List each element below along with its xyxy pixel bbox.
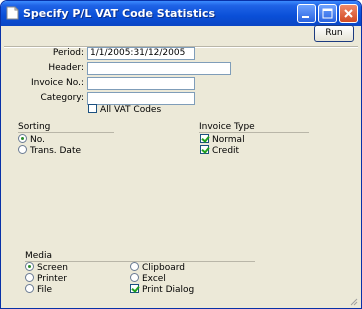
run-button[interactable]: Run <box>314 25 354 42</box>
sorting-option-label: Trans. Date <box>30 146 82 156</box>
header-label: Header: <box>48 63 84 73</box>
print-dialog-label: Print Dialog <box>142 285 195 295</box>
radio-icon <box>25 284 34 293</box>
invoice-type-title: Invoice Type <box>199 122 255 132</box>
all-vat-codes-checkbox[interactable]: All VAT Codes <box>88 104 161 116</box>
checkbox-icon <box>88 104 97 113</box>
header-field[interactable] <box>87 62 231 75</box>
maximize-icon <box>322 8 333 19</box>
minimize-button[interactable] <box>297 4 316 23</box>
category-label: Category: <box>40 93 85 103</box>
invoice-type-option-label: Normal <box>212 135 245 145</box>
invoice-type-option-label: Credit <box>212 146 240 156</box>
sorting-option-label: No. <box>30 135 45 145</box>
invoice-no-label: Invoice No.: <box>30 78 84 88</box>
radio-icon <box>130 262 139 271</box>
media-option-label: Screen <box>37 263 68 273</box>
title-bar[interactable]: Specify P/L VAT Code Statistics <box>1 1 361 26</box>
period-field[interactable]: 1/1/2005:31/12/2005 <box>87 47 195 60</box>
sorting-title: Sorting <box>18 122 51 132</box>
print-dialog-checkbox[interactable]: Print Dialog <box>130 284 194 296</box>
radio-selected-icon <box>18 134 27 143</box>
radio-icon <box>130 273 139 282</box>
all-vat-codes-label: All VAT Codes <box>100 105 162 115</box>
invoice-no-field[interactable] <box>87 77 195 90</box>
checkbox-checked-icon <box>200 145 209 154</box>
invoice-type-credit-checkbox[interactable]: Credit <box>200 145 239 157</box>
report-window: Specify P/L VAT Code Statistics Run Peri… <box>0 0 362 309</box>
resize-grip-icon[interactable] <box>349 297 358 306</box>
dialog-body: Run Period: 1/1/2005:31/12/2005 Header: … <box>4 25 358 306</box>
media-option-label: Printer <box>37 274 67 284</box>
sorting-option-trans-date[interactable]: Trans. Date <box>18 145 81 157</box>
media-option-label: File <box>37 285 53 295</box>
sorting-divider <box>18 132 114 133</box>
maximize-button[interactable] <box>318 4 337 23</box>
radio-icon <box>25 273 34 282</box>
close-icon <box>344 9 353 18</box>
checkbox-checked-icon <box>200 134 209 143</box>
media-option-label: Excel <box>142 274 166 284</box>
invoice-type-divider <box>199 132 309 133</box>
document-icon <box>6 6 19 20</box>
media-title: Media <box>25 251 53 261</box>
radio-icon <box>18 145 27 154</box>
radio-selected-icon <box>25 262 34 271</box>
period-label: Period: <box>52 48 84 58</box>
minimize-icon <box>302 16 309 18</box>
window-title: Specify P/L VAT Code Statistics <box>23 7 216 20</box>
close-button[interactable] <box>339 4 358 23</box>
checkbox-checked-icon <box>130 284 139 293</box>
media-option-file[interactable]: File <box>25 284 52 296</box>
media-option-label: Clipboard <box>142 263 185 273</box>
